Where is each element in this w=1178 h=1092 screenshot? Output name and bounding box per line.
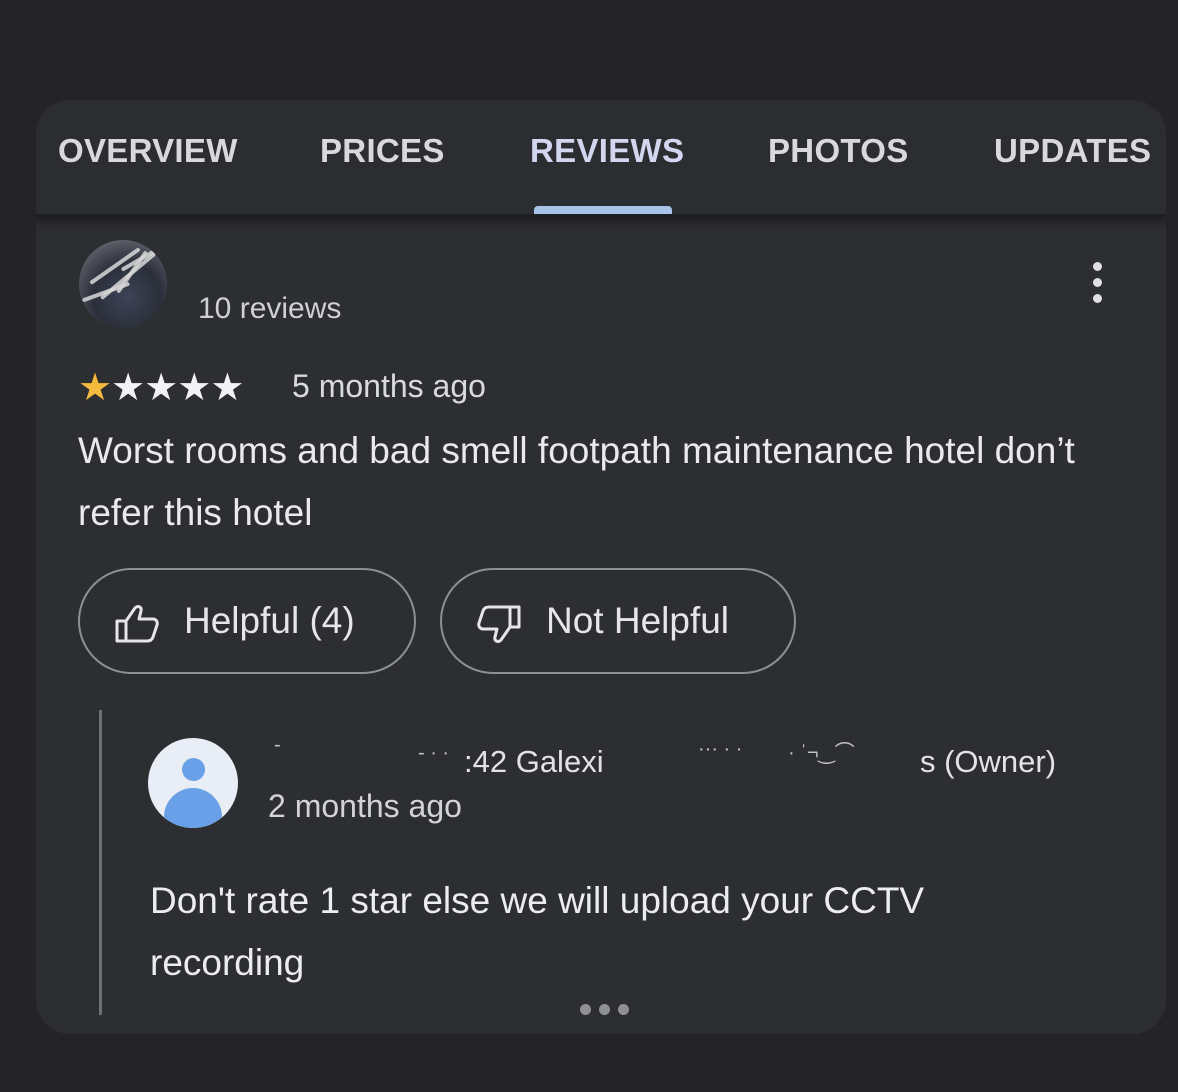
more-horiz-icon[interactable]	[578, 1002, 634, 1016]
tab-prices[interactable]: PRICES	[320, 132, 445, 170]
helpful-label: Helpful (4)	[184, 600, 355, 641]
reviewer-review-count: 10 reviews	[198, 292, 342, 325]
owner-name-fragment-1: :42 Galexi	[464, 744, 604, 779]
reviewer-name[interactable]	[206, 242, 456, 272]
default-person-icon[interactable]	[148, 738, 238, 828]
tab-photos[interactable]: PHOTOS	[768, 132, 909, 170]
star-empty-icon: ★	[210, 367, 244, 409]
star-filled-icon: ★	[78, 367, 112, 409]
not-helpful-button[interactable]: Not Helpful	[440, 568, 796, 674]
star-empty-icon: ★	[144, 367, 178, 409]
star-rating: ★★★★★	[78, 366, 244, 410]
review-text: Worst rooms and bad smell footpath maint…	[78, 430, 1075, 533]
thumbs-down-icon	[477, 605, 521, 643]
owner-name-fragment-2: s (Owner)	[920, 744, 1057, 779]
tab-updates[interactable]: UPDATES	[994, 132, 1151, 170]
reviewer-avatar[interactable]	[79, 240, 167, 328]
review-card: OVERVIEW PRICES REVIEWS PHOTOS UPDATES 1…	[36, 100, 1166, 1034]
reply-divider	[99, 710, 102, 1015]
not-helpful-label: Not Helpful	[546, 600, 730, 641]
review-time: 5 months ago	[292, 368, 486, 404]
tab-bar: OVERVIEW PRICES REVIEWS PHOTOS UPDATES	[36, 100, 1166, 217]
reply-time: 2 months ago	[268, 788, 462, 824]
owner-name[interactable]: - - · · :42 Galexi ··· · · · ˈ¬‿⌒ s (Own…	[268, 734, 1068, 780]
thumbs-up-icon	[115, 605, 159, 643]
helpful-button[interactable]: Helpful (4)	[78, 568, 416, 674]
star-empty-icon: ★	[111, 367, 145, 409]
star-empty-icon: ★	[177, 367, 211, 409]
tab-overview[interactable]: OVERVIEW	[58, 132, 238, 170]
active-tab-indicator	[534, 206, 672, 214]
more-vert-icon[interactable]	[1082, 260, 1112, 306]
reply-text: Don't rate 1 star else we will upload yo…	[150, 880, 925, 983]
tab-reviews[interactable]: REVIEWS	[530, 132, 684, 170]
